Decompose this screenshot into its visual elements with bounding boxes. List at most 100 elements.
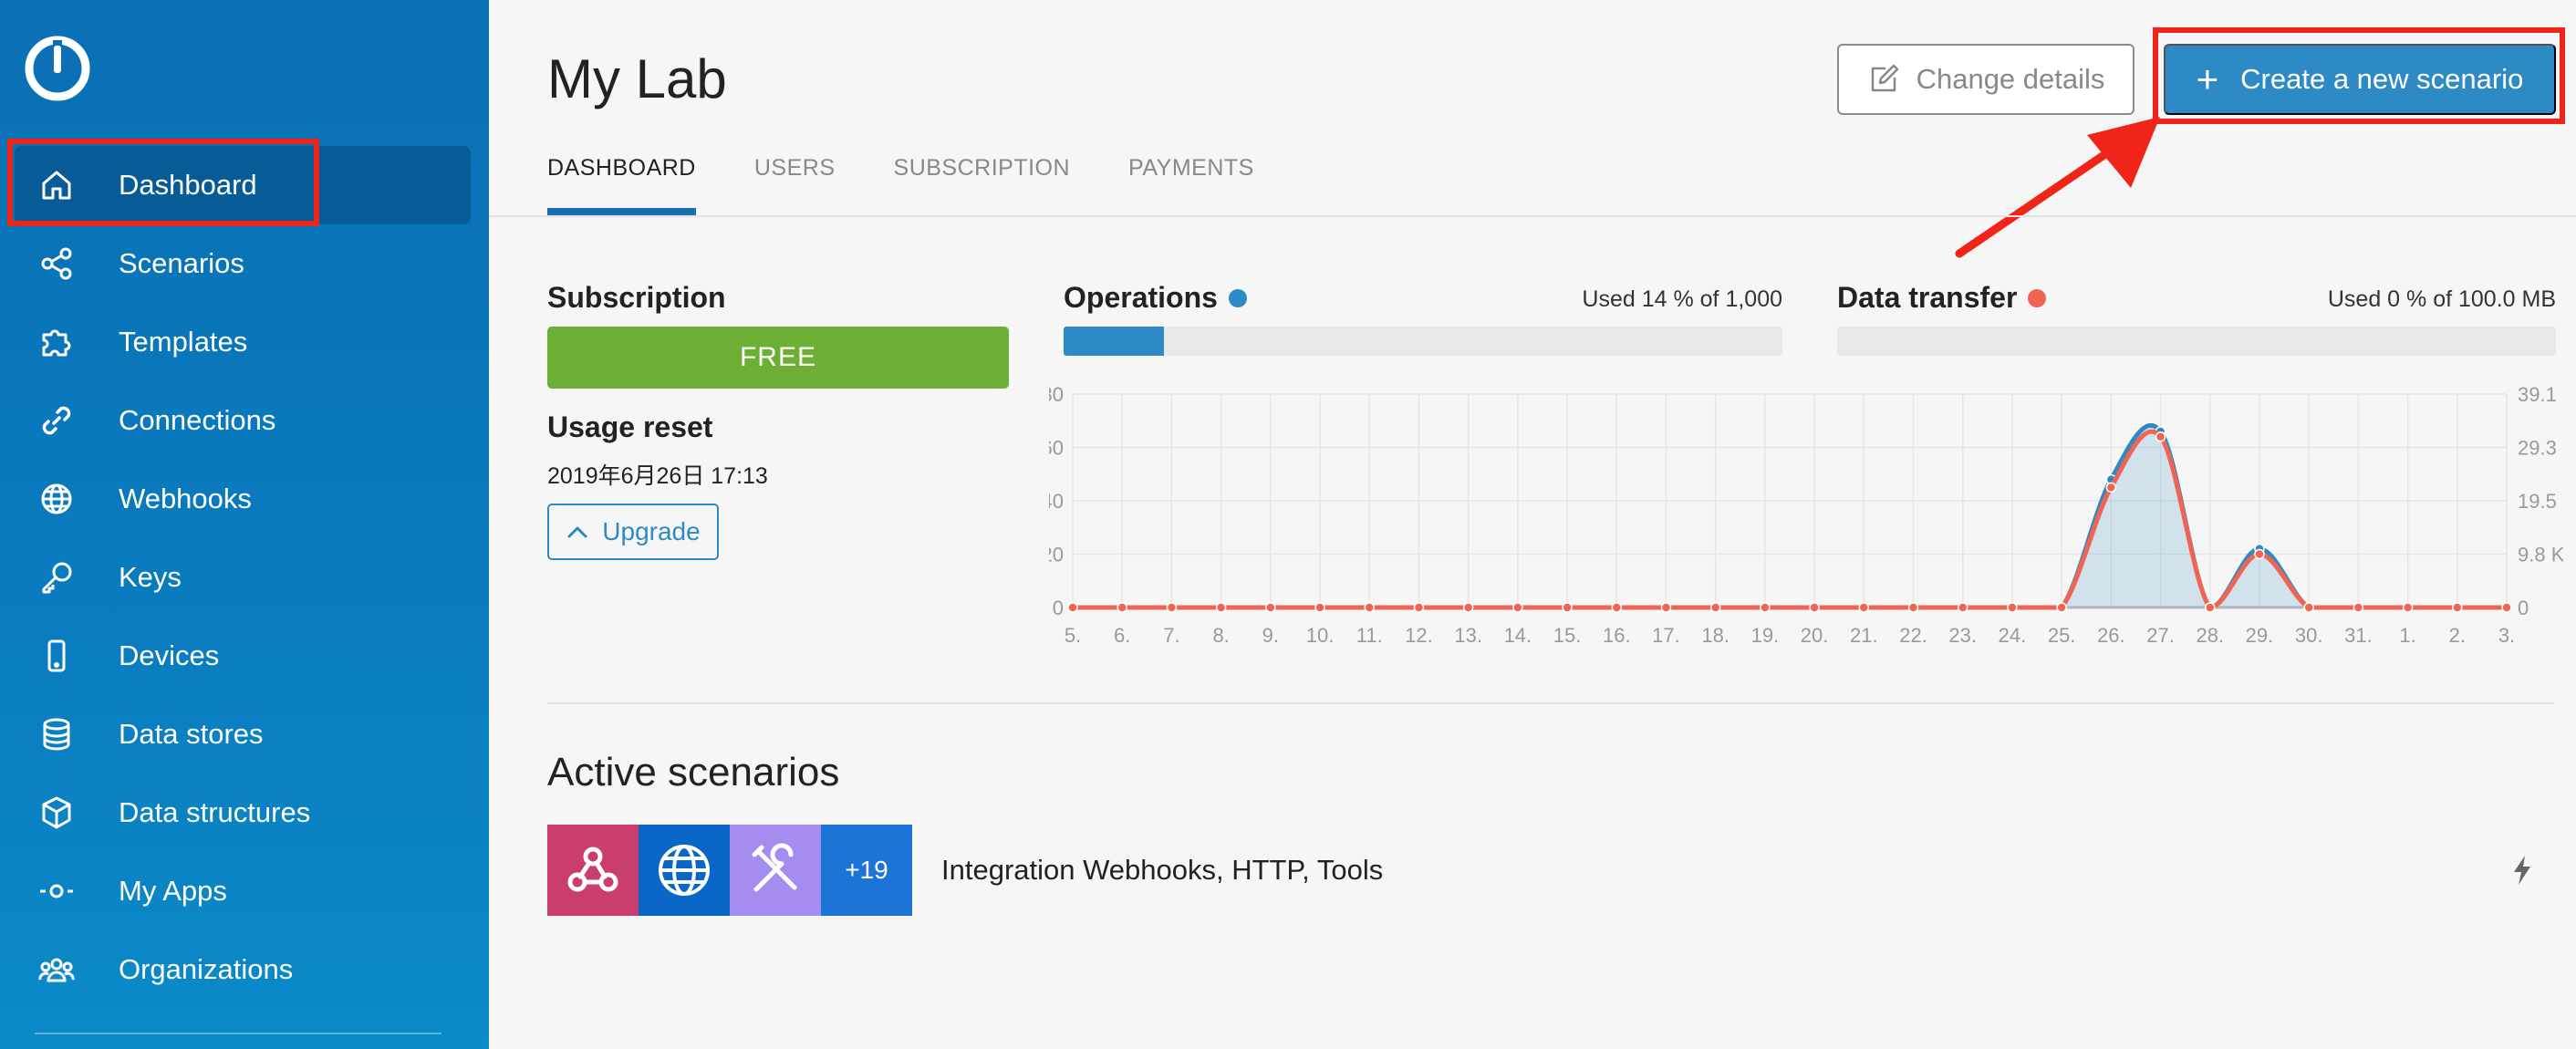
data-transfer-data-point xyxy=(1117,602,1127,613)
operations-title: Operations xyxy=(1064,281,1247,315)
x-tick-label: 11. xyxy=(1356,624,1383,647)
x-tick-label: 13. xyxy=(1454,624,1482,647)
operations-usage-text: Used 14 % of 1,000 xyxy=(1582,286,1782,312)
x-tick-label: 6. xyxy=(1114,624,1130,647)
x-tick-label: 8. xyxy=(1212,624,1229,647)
x-tick-label: 31. xyxy=(2344,624,2373,647)
chevron-up-icon xyxy=(567,526,587,538)
x-tick-label: 19. xyxy=(1751,624,1780,647)
plus-icon: + xyxy=(2196,57,2219,100)
data-transfer-data-point xyxy=(2452,602,2463,613)
sidebar-item-label: Devices xyxy=(119,639,220,671)
sidebar-item-connections[interactable]: Connections xyxy=(15,381,471,460)
x-tick-label: 18. xyxy=(1701,624,1729,647)
sidebar-item-my-apps[interactable]: My Apps xyxy=(15,852,471,930)
bolt-icon[interactable] xyxy=(2508,854,2536,887)
link-icon xyxy=(36,400,77,441)
x-tick-label: 9. xyxy=(1262,624,1279,647)
sidebar-item-templates[interactable]: Templates xyxy=(15,303,471,381)
data-transfer-data-point xyxy=(1858,602,1870,613)
sidebar-item-dashboard[interactable]: Dashboard xyxy=(15,146,471,224)
sidebar-item-data-stores[interactable]: Data stores xyxy=(15,695,471,774)
data-transfer-data-point xyxy=(1760,602,1771,613)
create-new-scenario-button[interactable]: + Create a new scenario xyxy=(2164,44,2556,115)
y-tick-label: 20 xyxy=(1049,544,1064,566)
home-icon xyxy=(36,165,77,205)
x-tick-label: 15. xyxy=(1553,624,1582,647)
sidebar-item-organizations[interactable]: Organizations xyxy=(15,930,471,1009)
sidebar-item-webhooks[interactable]: Webhooks xyxy=(15,460,471,538)
data-transfer-data-point xyxy=(1067,602,1078,613)
globe-icon xyxy=(36,479,77,519)
sidebar-item-data-structures[interactable]: Data structures xyxy=(15,774,471,852)
sidebar-item-label: Keys xyxy=(119,561,182,593)
pointer-arrow-icon xyxy=(1955,117,2160,258)
data-transfer-data-point xyxy=(2353,602,2364,613)
data-transfer-data-point xyxy=(2254,548,2265,560)
x-tick-label: 10. xyxy=(1306,624,1335,647)
sidebar-item-keys[interactable]: Keys xyxy=(15,538,471,617)
y-tick-label: 0 xyxy=(1053,597,1064,619)
x-tick-label: 3. xyxy=(2498,624,2515,647)
tab-payments[interactable]: PAYMENTS xyxy=(1128,155,1254,215)
operations-meter-fill xyxy=(1064,327,1165,356)
globe-icon xyxy=(639,825,730,916)
scenario-name: Integration Webhooks, HTTP, Tools xyxy=(941,854,1384,886)
tab-dashboard[interactable]: DASHBOARD xyxy=(547,155,696,215)
data-transfer-data-point xyxy=(1215,602,1227,613)
more-apps-badge: +19 xyxy=(821,825,912,916)
sidebar-item-label: Data structures xyxy=(119,796,311,828)
edit-icon xyxy=(1871,64,1898,92)
usage-chart: 0 0 20 9.8 KB 40 19.5 KB 60 29.3 KB 80 39.1 KB 5. 6… xyxy=(1049,383,2563,647)
tools-icon xyxy=(730,825,821,916)
operations-label: Operations xyxy=(1064,281,1218,314)
data-transfer-data-point xyxy=(1512,602,1523,613)
users-icon xyxy=(36,950,77,990)
make-logo-icon[interactable] xyxy=(24,35,91,102)
data-transfer-data-point xyxy=(1364,602,1375,613)
plan-badge: FREE xyxy=(547,327,1009,389)
upgrade-label: Upgrade xyxy=(602,517,701,545)
section-divider xyxy=(547,702,2554,704)
change-details-label: Change details xyxy=(1916,63,2105,95)
y2-tick-label: 39.1 KB xyxy=(2518,383,2563,406)
data-transfer-data-point xyxy=(2303,602,2314,613)
sidebar-item-label: Dashboard xyxy=(119,169,257,201)
sidebar-item-label: Scenarios xyxy=(119,247,244,279)
x-tick-label: 24. xyxy=(1999,624,2027,647)
tab-bar: DASHBOARD USERS SUBSCRIPTION PAYMENTS xyxy=(547,155,1313,215)
y-tick-label: 60 xyxy=(1049,437,1064,460)
cube-icon xyxy=(36,793,77,833)
tab-users[interactable]: USERS xyxy=(754,155,836,215)
usage-reset-title: Usage reset xyxy=(547,410,713,443)
data-transfer-data-point xyxy=(1907,602,1919,613)
x-tick-label: 2. xyxy=(2449,624,2466,647)
data-transfer-meter xyxy=(1837,327,2556,356)
operations-legend-dot xyxy=(1228,288,1247,307)
x-tick-label: 17. xyxy=(1652,624,1680,647)
y2-tick-label: 0 xyxy=(2518,597,2529,619)
x-tick-label: 1. xyxy=(2399,624,2415,647)
sidebar-item-devices[interactable]: Devices xyxy=(15,617,471,695)
x-tick-label: 30. xyxy=(2295,624,2323,647)
page-title: My Lab xyxy=(547,48,727,109)
change-details-button[interactable]: Change details xyxy=(1837,44,2135,115)
data-transfer-data-point xyxy=(2007,602,2018,613)
x-tick-label: 26. xyxy=(2097,624,2125,647)
operations-area xyxy=(1073,425,2507,608)
sidebar-item-label: Connections xyxy=(119,404,276,436)
tab-subscription[interactable]: SUBSCRIPTION xyxy=(894,155,1071,215)
x-tick-label: 22. xyxy=(1899,624,1927,647)
sidebar-item-label: Templates xyxy=(119,326,248,358)
y-tick-label: 80 xyxy=(1049,383,1064,406)
scenario-row[interactable]: +19 Integration Webhooks, HTTP, Tools xyxy=(547,825,2554,916)
active-scenarios-title: Active scenarios xyxy=(547,750,840,795)
data-transfer-data-point xyxy=(1611,602,1623,613)
webhook-icon xyxy=(547,825,639,916)
data-transfer-data-point xyxy=(2402,602,2414,613)
x-tick-label: 20. xyxy=(1801,624,1829,647)
sidebar-item-scenarios[interactable]: Scenarios xyxy=(15,224,471,303)
data-transfer-data-point xyxy=(1413,602,1425,613)
data-transfer-data-point xyxy=(2056,602,2067,613)
upgrade-button[interactable]: Upgrade xyxy=(547,504,719,560)
